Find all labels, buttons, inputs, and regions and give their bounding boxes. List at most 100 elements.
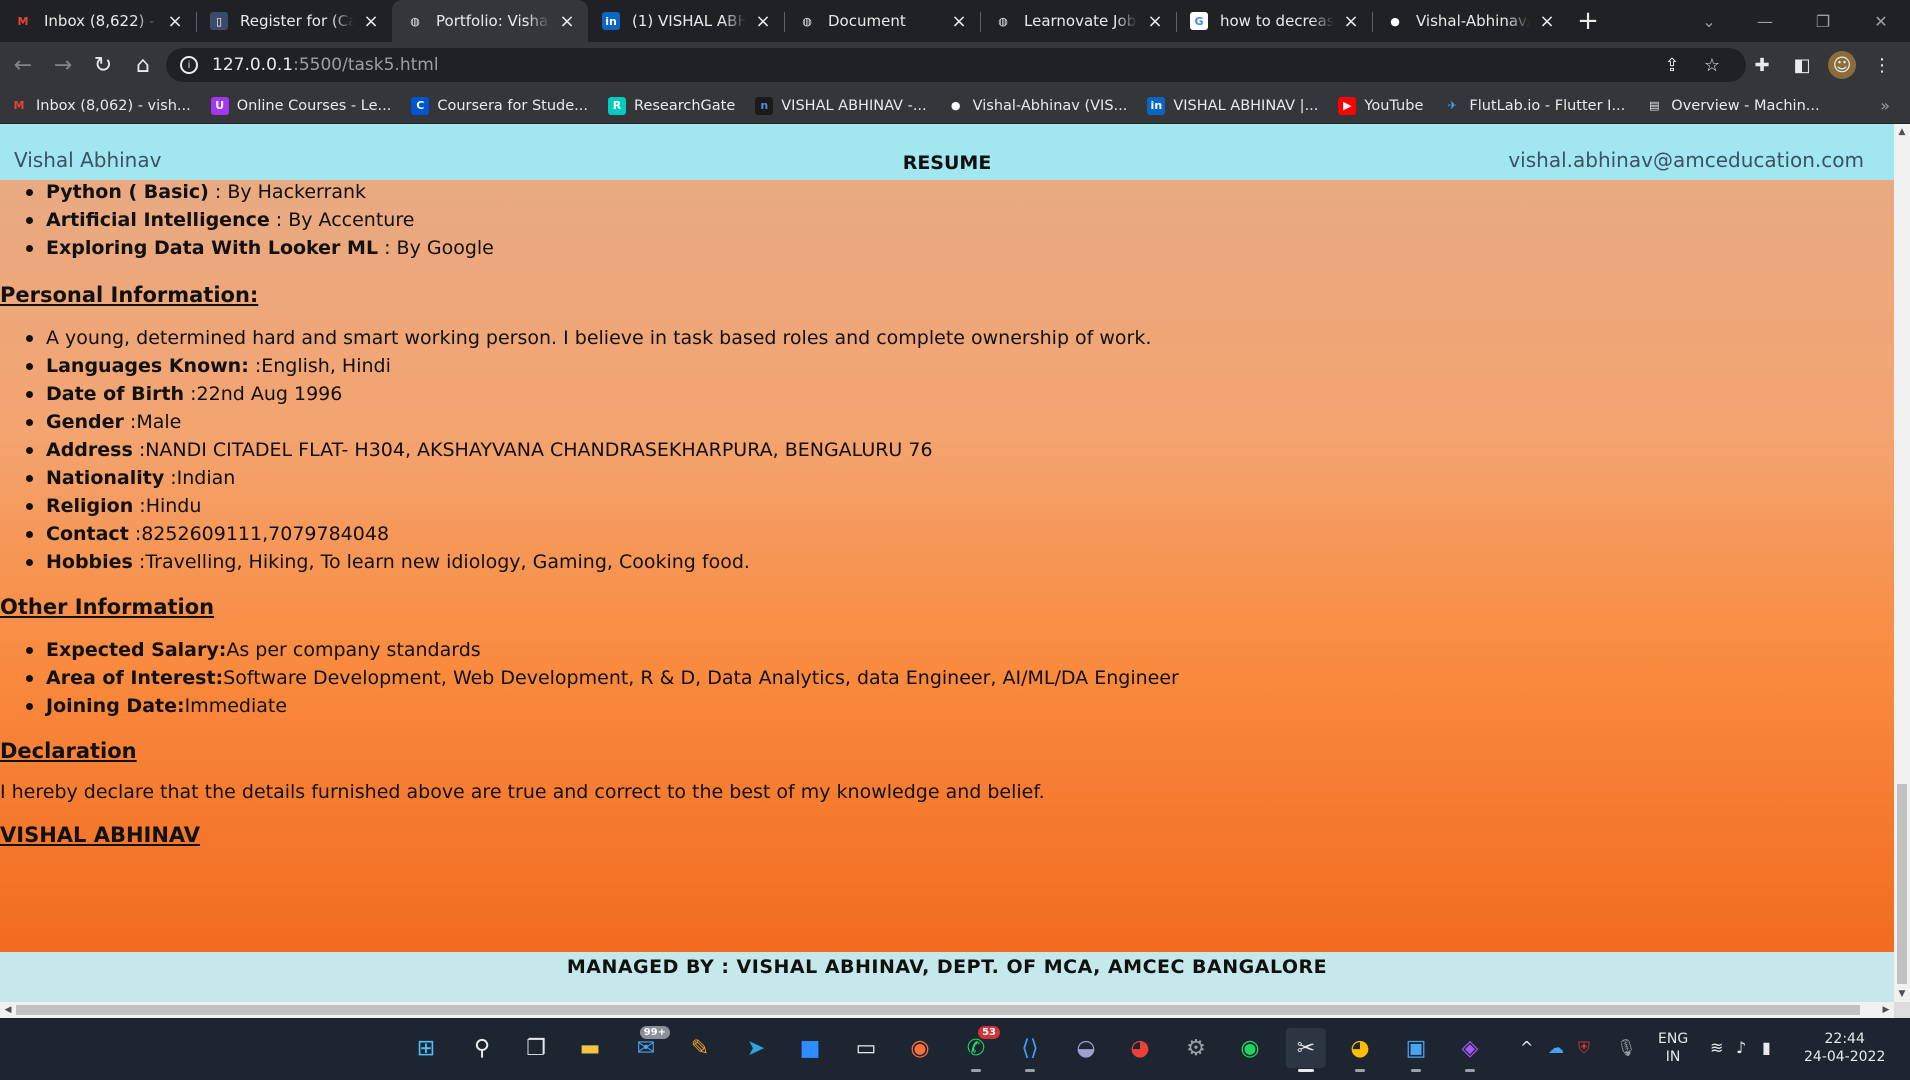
document-icon: ▯ [210, 12, 228, 30]
bookmark-item[interactable]: ✈ FlutLab.io - Flutter I... [1443, 97, 1626, 115]
horizontal-scroll-thumb[interactable] [16, 1005, 1860, 1015]
browser-tab[interactable]: ◍ Learnovate Job A × [980, 0, 1176, 42]
tab-close-icon[interactable]: × [1538, 11, 1556, 32]
github-icon: ● [950, 99, 961, 112]
phone-link-icon[interactable]: ◈ [1450, 1028, 1490, 1072]
vertical-scroll-thumb[interactable] [1897, 784, 1907, 984]
browser-tab[interactable]: ▯ Register for (Cam × [196, 0, 392, 42]
forward-arrow-icon[interactable]: → [44, 46, 82, 84]
firefox-icon[interactable]: ◉ [900, 1028, 940, 1068]
list-item: Exploring Data With Looker ML : By Googl… [0, 234, 1894, 262]
bookmark-label: Inbox (8,062) - vish... [36, 97, 191, 114]
browser-tab[interactable]: in (1) VISHAL ABHIN × [588, 0, 784, 42]
bookmark-item[interactable]: ▤ Overview - Machin... [1645, 97, 1820, 115]
tab-close-icon[interactable]: × [754, 11, 772, 32]
wifi-icon[interactable]: ≋ [1710, 1038, 1723, 1057]
restore-icon[interactable]: ❐ [1794, 0, 1852, 42]
profile-avatar[interactable]: ☺ [1828, 51, 1856, 79]
list-item: Hobbies :Travelling, Hiking, To learn ne… [0, 548, 1894, 576]
tab-search-icon[interactable]: ⌄ [1680, 0, 1738, 42]
whatsapp-icon[interactable]: ✆ 53 [956, 1026, 1000, 1072]
language-indicator[interactable]: ENG IN [1658, 1030, 1688, 1066]
terminal-icon[interactable]: ▭ [846, 1028, 886, 1068]
chrome-profile-icon[interactable]: ◕ [1340, 1028, 1380, 1072]
browser-tab[interactable]: ◍ Portfolio: Vishal A × [392, 0, 588, 42]
item-value: :NANDI CITADEL FLAT- H304, AKSHAYVANA CH… [132, 439, 933, 461]
remote-desktop-icon[interactable]: ▣ [1396, 1028, 1436, 1072]
minimize-icon[interactable]: — [1736, 0, 1794, 42]
item-value: :8252609111,7079784048 [128, 523, 390, 545]
search-icon[interactable]: ⚲ [462, 1028, 502, 1068]
browser-tab[interactable]: ◍ Document × [784, 0, 980, 42]
chrome-icon[interactable]: ◕ [1120, 1028, 1160, 1068]
declaration-heading: Declaration [0, 739, 137, 763]
clock[interactable]: 22:44 24-04-2022 [1804, 1030, 1885, 1066]
bookmark-item[interactable]: ● Vishal-Abhinav (VIS... [947, 97, 1128, 115]
microphone-icon[interactable]: 🎙 [1616, 1038, 1636, 1057]
vscode-icon[interactable]: ⟨⟩ [1010, 1028, 1050, 1072]
settings-gear-icon[interactable]: ⚙ [1176, 1028, 1216, 1068]
bookmark-item[interactable]: C Coursera for Stude... [411, 96, 588, 115]
pencil-app-icon[interactable]: ✎ [680, 1028, 720, 1068]
bookmark-item[interactable]: R ResearchGate [608, 96, 735, 115]
browser-tab[interactable]: ● Vishal-Abhinav/L × [1372, 0, 1568, 42]
tab-close-icon[interactable]: × [558, 11, 576, 32]
site-info-icon[interactable]: i [180, 56, 198, 74]
share-icon[interactable]: ⇪ [1658, 51, 1686, 79]
menu-kebab-icon[interactable]: ⋮ [1868, 51, 1896, 79]
item-label: Python ( Basic) [46, 181, 209, 203]
file-explorer-icon[interactable]: ▬ [570, 1028, 610, 1068]
zoom-icon[interactable]: ■ [790, 1028, 830, 1068]
bookmarks-overflow-icon[interactable]: » [1880, 96, 1890, 115]
scroll-up-icon[interactable]: ▲ [1894, 124, 1910, 140]
scroll-down-icon[interactable]: ▼ [1894, 986, 1910, 1002]
tab-close-icon[interactable]: × [1342, 11, 1360, 32]
snipping-tool-icon[interactable]: ✂ [1286, 1028, 1326, 1072]
horizontal-scrollbar[interactable]: ◀ ▶ [0, 1002, 1894, 1018]
reload-icon[interactable]: ↻ [84, 46, 122, 84]
personal-details-list: Languages Known: :English, Hindi Date of … [0, 352, 1894, 576]
home-icon[interactable]: ⌂ [124, 46, 162, 84]
scroll-left-icon[interactable]: ◀ [0, 1002, 16, 1018]
mail-icon[interactable]: ✉ 99+ [626, 1026, 670, 1068]
side-panel-icon[interactable]: ◧ [1788, 51, 1816, 79]
eclipse-icon[interactable]: ◒ [1066, 1028, 1106, 1068]
browser-tab[interactable]: Ghow to decrease × [1176, 0, 1372, 42]
windows-start-icon[interactable]: ⊞ [406, 1028, 446, 1068]
bookmark-item[interactable]: n VISHAL ABHINAV -... [755, 96, 927, 115]
bookmark-item[interactable]: in VISHAL ABHINAV |... [1147, 96, 1318, 115]
list-item: Religion :Hindu [0, 492, 1894, 520]
tab-close-icon[interactable]: × [950, 11, 968, 32]
scroll-right-icon[interactable]: ▶ [1878, 1002, 1894, 1018]
back-arrow-icon[interactable]: ← [4, 46, 42, 84]
close-window-icon[interactable]: ✕ [1852, 0, 1910, 42]
tab-close-icon[interactable]: × [166, 11, 184, 32]
telegram-icon[interactable]: ➤ [736, 1028, 776, 1068]
battery-icon[interactable]: ▮ [1762, 1038, 1771, 1057]
bookmark-star-icon[interactable]: ☆ [1698, 51, 1726, 79]
browser-tab[interactable]: M Inbox (8,622) - vis × [0, 0, 196, 42]
mail-badge: 99+ [639, 1026, 670, 1039]
tab-close-icon[interactable]: × [362, 11, 380, 32]
mcafee-icon[interactable]: ⛨ [1578, 1038, 1590, 1058]
spotify-icon[interactable]: ◉ [1230, 1028, 1270, 1068]
bookmark-item[interactable]: U Online Courses - Le... [210, 96, 391, 115]
address-bar[interactable]: i 127.0.0.1:5500/task5.html [166, 48, 1746, 82]
new-tab-button[interactable]: + [1568, 0, 1608, 42]
browser-toolbar: ← → ↻ ⌂ i 127.0.0.1:5500/task5.html [0, 42, 1910, 88]
header-email[interactable]: vishal.abhinav@amceducation.com [1508, 148, 1864, 172]
task-view-icon[interactable]: ❐ [516, 1028, 556, 1068]
list-item: Python ( Basic) : By Hackerrank [0, 178, 1894, 206]
tray-chevron-icon[interactable]: ^ [1520, 1038, 1533, 1057]
bookmark-item[interactable]: ▶ YouTube [1338, 96, 1423, 115]
list-item: Area of Interest:Software Development, W… [0, 664, 1894, 692]
tray-cloud-icon[interactable]: ☁ [1548, 1038, 1564, 1057]
vertical-scrollbar[interactable]: ▲ ▼ [1894, 124, 1910, 1002]
tab-title: Register for (Cam [240, 12, 354, 30]
udemy-icon: U [210, 96, 229, 115]
item-value: As per company standards [226, 639, 481, 661]
extensions-icon[interactable]: ✚ [1748, 51, 1776, 79]
bookmark-item[interactable]: M Inbox (8,062) - vish... [10, 97, 191, 115]
tab-close-icon[interactable]: × [1146, 11, 1164, 32]
volume-icon[interactable]: ♪ [1736, 1038, 1746, 1057]
